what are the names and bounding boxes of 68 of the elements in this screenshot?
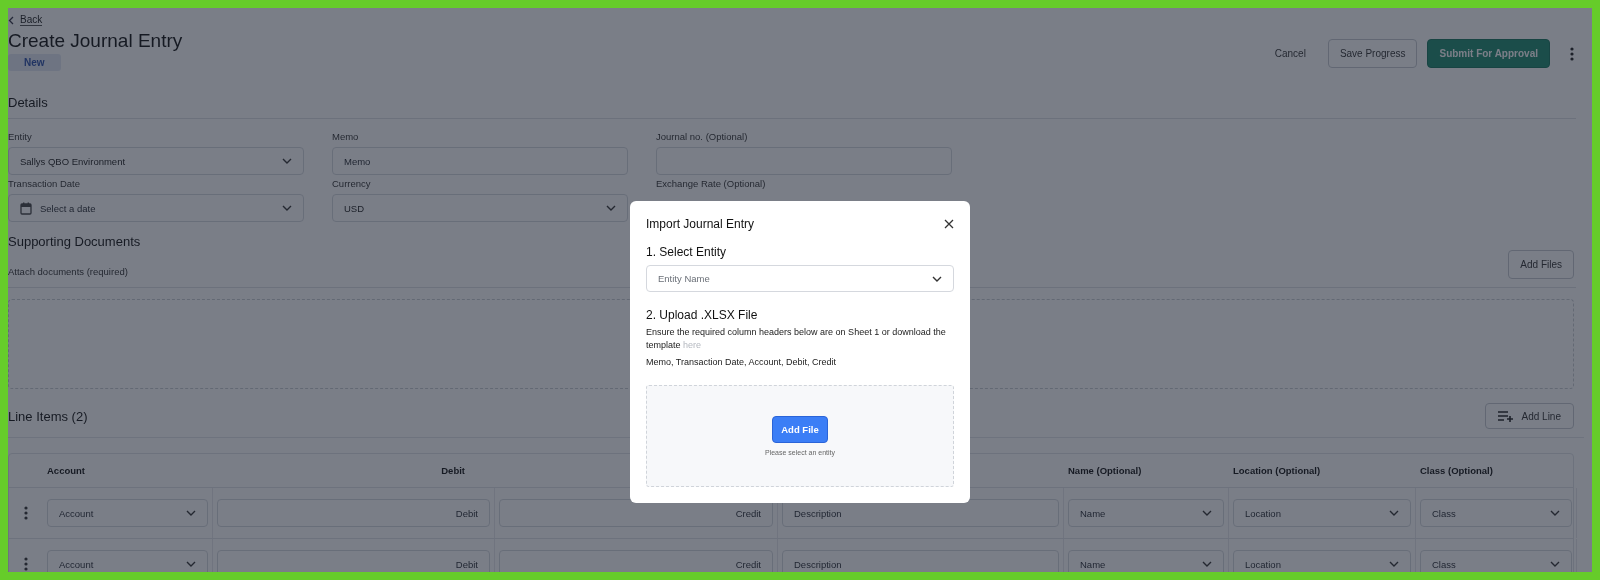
column-header: Location (Optional) bbox=[1233, 465, 1321, 476]
select-field[interactable]: Account bbox=[47, 550, 208, 572]
date-field[interactable]: Select a date bbox=[8, 194, 304, 222]
step-title: 2. Upload .XLSX File bbox=[646, 308, 759, 322]
entity-select[interactable]: Entity Name bbox=[646, 265, 954, 292]
chevron-down-icon bbox=[282, 158, 292, 164]
save-progress-button[interactable]: Save Progress bbox=[1327, 39, 1418, 68]
select-field[interactable]: Class bbox=[1420, 550, 1572, 572]
field-label: Currency bbox=[332, 178, 372, 189]
description-field[interactable]: Description bbox=[782, 550, 1059, 572]
text-field[interactable]: Memo bbox=[332, 147, 628, 175]
section-title: Supporting Documents bbox=[8, 234, 141, 249]
chevron-down-icon bbox=[606, 205, 616, 211]
dialog-title: Import Journal Entry bbox=[646, 217, 755, 231]
cancel-button[interactable]: Cancel bbox=[1262, 40, 1318, 67]
chevron-down-icon bbox=[282, 205, 292, 211]
more-options-icon[interactable] bbox=[1570, 46, 1574, 61]
close-icon[interactable] bbox=[944, 219, 954, 229]
select-field[interactable]: Class bbox=[1420, 499, 1572, 527]
submit-button[interactable]: Submit For Approval bbox=[1427, 39, 1550, 68]
select-field[interactable]: Location bbox=[1233, 550, 1411, 572]
chevron-down-icon bbox=[1550, 561, 1560, 567]
field-label: Entity bbox=[8, 131, 33, 142]
column-list-text: Memo, Transaction Date, Account, Debit, Credit bbox=[646, 356, 838, 369]
section-hint: Attach documents (required) bbox=[8, 266, 128, 277]
section-title: Details bbox=[8, 95, 49, 110]
add-files-button[interactable]: Add Files bbox=[1508, 250, 1574, 279]
chevron-down-icon bbox=[1389, 561, 1399, 567]
drag-handle-icon[interactable] bbox=[24, 557, 28, 571]
field-label: Exchange Rate (Optional) bbox=[656, 178, 767, 189]
add-file-button[interactable]: Add File bbox=[772, 416, 828, 443]
chevron-down-icon bbox=[1202, 510, 1212, 516]
field-label: Transaction Date bbox=[8, 178, 81, 189]
select-field[interactable]: Name bbox=[1068, 499, 1224, 527]
select-field[interactable]: Name bbox=[1068, 550, 1224, 572]
back-link[interactable]: Back bbox=[8, 14, 43, 26]
drag-handle-icon[interactable] bbox=[24, 506, 28, 520]
select-field[interactable]: Sallys QBO Environment bbox=[8, 147, 304, 175]
add-line-button[interactable]: Add Line bbox=[1484, 403, 1574, 429]
chevron-down-icon bbox=[186, 510, 196, 516]
chevron-left-icon bbox=[8, 15, 14, 25]
field-label: Journal no. (Optional) bbox=[656, 131, 749, 142]
template-link[interactable]: here bbox=[683, 340, 702, 350]
amount-field[interactable]: Credit bbox=[499, 499, 773, 527]
instructions-text: Ensure the required column headers below are on Sheet 1 or download the template here bbox=[646, 326, 947, 352]
section-title: Line Items (2) bbox=[8, 408, 88, 424]
column-header: Class (Optional) bbox=[1420, 465, 1493, 476]
amount-field[interactable]: Credit bbox=[499, 550, 773, 572]
chevron-down-icon bbox=[932, 275, 942, 282]
select-field[interactable]: Account bbox=[47, 499, 208, 527]
chevron-down-icon bbox=[1550, 510, 1560, 516]
column-header: Account bbox=[47, 465, 85, 476]
column-header: Name (Optional) bbox=[1068, 465, 1142, 476]
amount-field[interactable]: Debit bbox=[217, 499, 490, 527]
description-field[interactable]: Description bbox=[782, 499, 1059, 527]
chevron-down-icon bbox=[1202, 561, 1212, 567]
page-title: Create Journal Entry bbox=[8, 30, 183, 52]
chevron-down-icon bbox=[1389, 510, 1399, 516]
select-field[interactable]: Location bbox=[1233, 499, 1411, 527]
calendar-icon bbox=[20, 201, 32, 215]
amount-field[interactable]: Debit bbox=[217, 550, 490, 572]
step-title: 1. Select Entity bbox=[646, 245, 728, 259]
status-badge: New bbox=[8, 54, 61, 71]
chevron-down-icon bbox=[186, 561, 196, 567]
field-label: Memo bbox=[332, 131, 360, 142]
add-line-icon bbox=[1497, 410, 1514, 422]
select-field[interactable]: USD bbox=[332, 194, 628, 222]
column-header: Debit bbox=[441, 465, 465, 476]
